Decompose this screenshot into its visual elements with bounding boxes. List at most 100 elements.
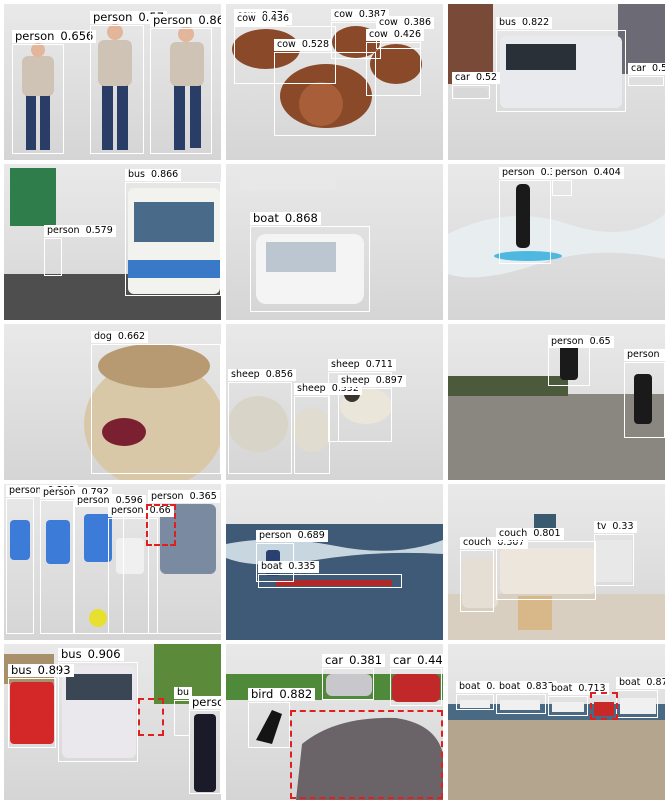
image-tile: bus0.893bus0.906buperson [4, 644, 221, 800]
detection-box: bus 0.866 [125, 169, 221, 296]
detection-box: bird 0.882 [248, 688, 316, 748]
detection-box: bus 0.893 [8, 664, 74, 748]
detection-box: sheep 0.897 [338, 375, 406, 442]
detection-label: cow 0.386 [376, 17, 435, 29]
detection-box: person0.57 [90, 11, 168, 154]
confidence-score: 0.426 [393, 29, 422, 40]
confidence-score: 0.386 [403, 17, 432, 28]
class-name: person [192, 695, 221, 709]
detection-label: sheep 0.711 [328, 359, 396, 371]
confidence-score: 0.822 [522, 17, 550, 28]
class-name: dog [94, 331, 112, 342]
confidence-score: 0.52 [475, 72, 498, 83]
class-name: person [9, 485, 42, 496]
detection-box: bu [174, 687, 193, 736]
class-name: tv [597, 521, 607, 532]
confidence-score: 0.335 [288, 561, 316, 572]
class-name: person [555, 167, 588, 178]
class-name: bus [499, 17, 517, 28]
class-name: person [111, 505, 144, 516]
missed-detection-highlight [590, 692, 618, 720]
class-name: bu [177, 687, 190, 698]
class-name: couch [499, 528, 528, 539]
image-tile: boat0.665boat0.833boat0.713 boat0.876 [448, 644, 665, 800]
class-name: sheep [297, 383, 326, 394]
detection-label: person [189, 696, 221, 709]
image-tile: bus 0.822 car 0.52 car 0.551 [448, 4, 665, 160]
detection-label: bus 0.906 [58, 648, 124, 661]
detection-box: boat 0.335 [258, 561, 402, 588]
detection-label: person 0.404 [552, 167, 624, 179]
detection-box: couch 0.307 [460, 537, 528, 612]
detection-box: cow 0.426 [366, 29, 425, 96]
detection-box: person 0.863 [150, 14, 221, 154]
image-tile: person0.656person0.57person0.863 [4, 4, 221, 160]
class-name: boat [619, 677, 641, 688]
confidence-score: 0.897 [375, 375, 403, 386]
class-name: boat [253, 211, 279, 225]
confidence-score: 0.404 [593, 167, 621, 178]
detection-label: cow 0.436 [234, 13, 293, 25]
detection-label: tv 0.33 [594, 521, 637, 533]
confidence-score: 0.579 [85, 225, 113, 236]
confidence-score: 0.882 [279, 687, 313, 701]
image-tile: person 0.689 boat 0.335 [226, 484, 443, 640]
detection-label: person 0.863 [150, 14, 221, 27]
class-name: sheep [331, 359, 360, 370]
photo [448, 644, 665, 800]
detection-label: cow 0.528 [274, 39, 333, 51]
detection-box: tv 0.33 [594, 521, 637, 586]
class-name: person [77, 495, 110, 506]
detection-box: boat 0.833 [496, 681, 557, 714]
detection-box: car 0.381 [322, 654, 386, 700]
class-name: person [151, 491, 184, 502]
confidence-score: 0.711 [365, 359, 393, 370]
detection-label: couch 0.801 [496, 528, 564, 540]
detection-label: bus 0.822 [496, 17, 553, 29]
detection-box: car 0.52 [452, 72, 501, 99]
class-name: bus [61, 647, 82, 661]
detection-label: car 0.448 [390, 654, 443, 667]
detection-box: person 0.792 [40, 487, 112, 634]
image-tile: person 0.65 person0.60 [448, 324, 665, 480]
detection-label: person 0.656 [12, 29, 97, 43]
image-tile: car 0.381 car 0.448 bird 0.882 [226, 644, 443, 800]
detection-box: person 0.404 [552, 167, 624, 196]
image-tile: person0.383person 0.404 [448, 164, 665, 320]
class-name: bus [128, 169, 146, 180]
class-name: cow [277, 39, 296, 50]
detection-label: person 0.689 [256, 530, 328, 542]
confidence-score: 0.906 [87, 647, 121, 661]
missed-detection-highlight [290, 710, 443, 799]
detection-box: boat 0.876 [616, 677, 665, 718]
class-name: person [15, 29, 55, 43]
image-tile: sheep 0.856 sheep 0.552 sheep 0.711 sheep 0.897 [226, 324, 443, 480]
class-name: person [551, 336, 584, 347]
confidence-score: 0.528 [301, 39, 330, 50]
image-tile: bus 0.866 person 0.579 [4, 164, 221, 320]
class-name: bus [11, 663, 32, 677]
image-tile: boat 0.868 [226, 164, 443, 320]
missed-detection-highlight [146, 504, 176, 546]
detection-box: person 0.65 [548, 335, 614, 386]
detection-box: boat 0.713 [548, 683, 609, 716]
detection-box: boat0.665 [456, 681, 517, 710]
confidence-score: 0.448 [417, 653, 443, 667]
detection-box: cow 0.528 [274, 39, 376, 136]
detection-box: person 0.656 [12, 30, 97, 154]
detection-label: person0.60 [624, 349, 665, 361]
class-name: boat [551, 683, 573, 694]
detection-box: person0.60 [624, 349, 665, 438]
detection-box: car 0.448 [390, 654, 443, 706]
detection-box: boat 0.868 [250, 212, 370, 312]
class-name: person [93, 10, 133, 24]
detection-label: bird 0.882 [248, 687, 316, 701]
detection-box: sheep 0.856 [228, 369, 296, 474]
detection-label: boat 0.876 [616, 677, 665, 689]
class-name: cow [334, 9, 353, 20]
confidence-score: 0.65 [589, 336, 611, 347]
class-name: person [259, 530, 292, 541]
class-name: person [153, 13, 193, 27]
confidence-score: 0.662 [117, 331, 146, 342]
detection-label: sheep 0.897 [338, 375, 406, 387]
